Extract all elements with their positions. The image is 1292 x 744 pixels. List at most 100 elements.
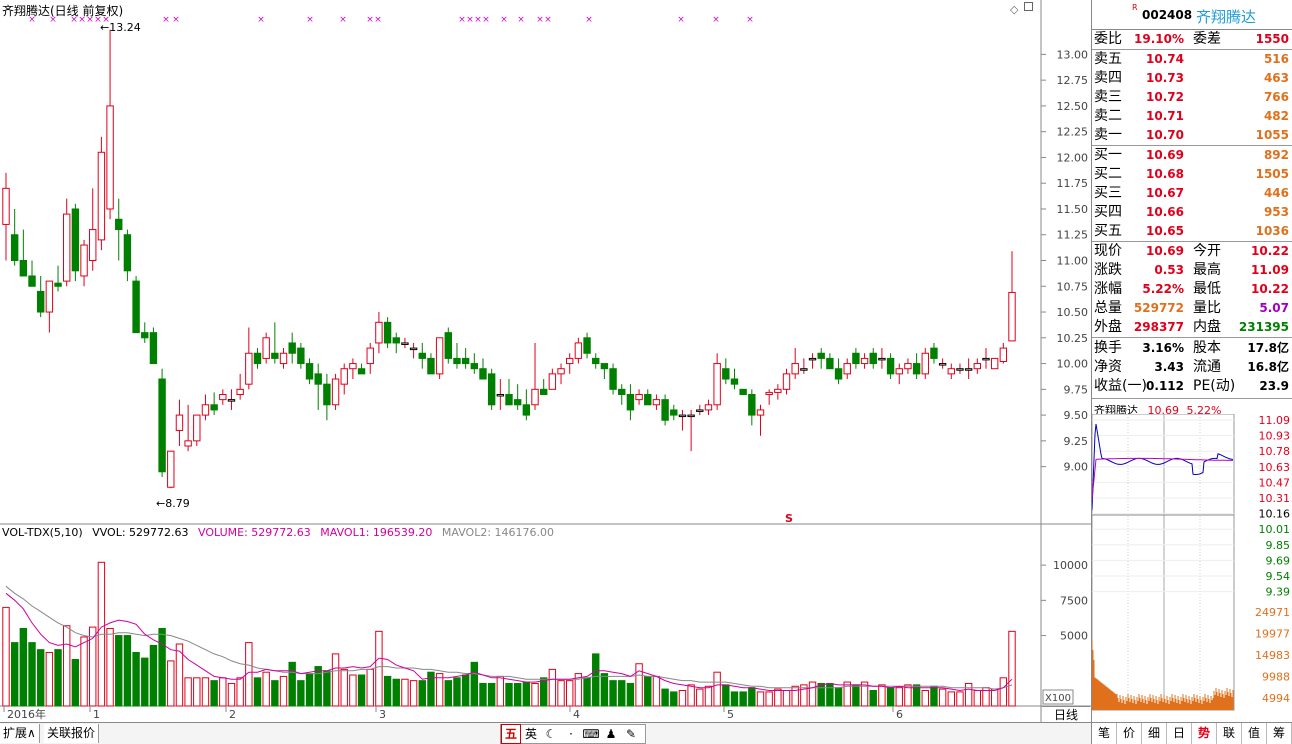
candle-body[interactable] [583, 337, 591, 354]
candle-body[interactable] [566, 357, 574, 365]
keyboard-icon[interactable]: ⌨ [581, 725, 601, 743]
candle-body[interactable] [791, 363, 799, 375]
candle-body[interactable] [444, 332, 452, 359]
candle-body[interactable] [999, 347, 1008, 363]
ask-row[interactable]: 卖五 10.74 516 [1092, 50, 1292, 69]
candle-body[interactable] [210, 404, 218, 411]
maximize-icon[interactable] [1024, 2, 1033, 11]
english-icon[interactable]: 英 [521, 725, 541, 743]
candle-body[interactable] [63, 213, 71, 282]
wubi-icon[interactable]: 五 [501, 724, 521, 744]
candle-body[interactable] [618, 388, 626, 395]
kline-chart-area[interactable]: 13.00 12.75 12.50 12.25 12.00 11.75 11.50 11.25… [0, 0, 1091, 722]
candle-body[interactable] [236, 388, 244, 395]
candle-body[interactable] [947, 368, 955, 375]
candle-body[interactable] [54, 282, 62, 287]
bid-row[interactable]: 买五 10.65 1036 [1092, 222, 1292, 241]
candle-body[interactable] [609, 368, 617, 390]
candle-body[interactable] [557, 368, 565, 375]
candle-body[interactable] [713, 363, 721, 406]
right-tab[interactable]: 筹 [1267, 723, 1292, 744]
candle-body[interactable] [19, 260, 28, 277]
candle-body[interactable] [704, 404, 713, 411]
candle-body[interactable] [271, 352, 279, 359]
right-tab[interactable]: 价 [1117, 723, 1142, 744]
candle-body[interactable] [765, 391, 773, 395]
fund-row[interactable]: 净资 3.43 流通 16.8亿 [1092, 358, 1292, 377]
candle-body[interactable] [487, 373, 496, 406]
candle-body[interactable] [453, 357, 461, 365]
candle-body[interactable] [227, 399, 236, 402]
candle-body[interactable] [123, 234, 132, 272]
bid-row[interactable]: 买二 10.68 1505 [1092, 165, 1292, 184]
fund-row[interactable]: 收益(一) 0.112 PE(动) 23.9 [1092, 377, 1292, 396]
candle-body[interactable] [435, 337, 444, 375]
candle-body[interactable] [826, 357, 834, 370]
candle-body[interactable] [10, 234, 19, 262]
candle-body[interactable] [982, 357, 990, 361]
candle-body[interactable] [800, 368, 808, 371]
candle-body[interactable] [71, 208, 80, 272]
candle-body[interactable] [895, 368, 903, 375]
candle-body[interactable] [201, 404, 210, 416]
candle-body[interactable] [470, 363, 479, 370]
candle-body[interactable] [219, 393, 227, 401]
candle-body[interactable] [132, 280, 140, 334]
right-tab[interactable]: 值 [1242, 723, 1267, 744]
candle-body[interactable] [357, 368, 366, 375]
candle-body[interactable] [392, 337, 400, 344]
candle-body[interactable] [36, 290, 45, 313]
weibi-row[interactable]: 委比 19.10% 委差 1550 [1092, 30, 1292, 49]
intraday-mini-chart[interactable]: 11.09 10.93 10.78 10.63 10.47 10.31 10.16 10.01… [1092, 414, 1292, 722]
candle-body[interactable] [756, 409, 765, 416]
candle-body[interactable] [539, 388, 548, 395]
stat-row[interactable]: 外盘 298377 内盘 231395 [1092, 318, 1292, 337]
candle-body[interactable] [904, 363, 912, 370]
candle-body[interactable] [531, 388, 539, 406]
candle-body[interactable] [106, 105, 114, 210]
candle-body[interactable] [45, 280, 54, 313]
candle-body[interactable] [331, 378, 340, 406]
candle-body[interactable] [496, 393, 505, 397]
candle-body[interactable] [149, 332, 158, 365]
stat-row[interactable]: 现价 10.69 今开 10.22 [1092, 242, 1292, 261]
candle-body[interactable] [635, 393, 643, 401]
candle-body[interactable] [97, 151, 106, 241]
period-label[interactable]: 日线 [1042, 706, 1090, 723]
candle-body[interactable] [89, 229, 97, 262]
candle-body[interactable] [592, 357, 600, 365]
candle-body[interactable] [375, 321, 383, 344]
diamond-icon[interactable]: ◇ [1010, 3, 1018, 16]
candle-body[interactable] [574, 342, 583, 359]
candle-body[interactable] [305, 363, 314, 380]
candle-body[interactable] [600, 363, 609, 370]
candle-body[interactable] [1008, 291, 1016, 342]
candle-body[interactable] [912, 363, 921, 375]
candle-body[interactable] [687, 414, 695, 418]
candle-body[interactable] [973, 363, 982, 370]
candle-body[interactable] [461, 357, 470, 365]
candle-body[interactable] [843, 363, 851, 375]
candle-body[interactable] [141, 332, 149, 339]
bid-row[interactable]: 买一 10.69 892 [1092, 146, 1292, 165]
candle-body[interactable] [748, 393, 756, 416]
tab-expand[interactable]: 扩展∧ [0, 724, 40, 743]
candle-body[interactable] [279, 352, 288, 365]
stat-row[interactable]: 涨跌 0.53 最高 11.09 [1092, 261, 1292, 280]
candle-body[interactable] [2, 187, 10, 225]
candle-body[interactable] [28, 275, 36, 287]
candle-body[interactable] [860, 357, 869, 365]
candle-body[interactable] [383, 321, 392, 344]
right-tab[interactable]: 笔 [1092, 723, 1117, 744]
candle-body[interactable] [115, 218, 123, 231]
candle-body[interactable] [184, 440, 192, 447]
candle-body[interactable] [80, 244, 88, 277]
candle-body[interactable] [418, 352, 426, 359]
punct-icon[interactable]: · [561, 725, 581, 743]
stat-row[interactable]: 总量 529772 量比 5.07 [1092, 299, 1292, 318]
bid-row[interactable]: 买四 10.66 953 [1092, 203, 1292, 222]
ask-row[interactable]: 卖三 10.72 766 [1092, 88, 1292, 107]
candle-body[interactable] [262, 337, 270, 359]
candle-body[interactable] [696, 409, 704, 412]
candle-body[interactable] [956, 368, 964, 371]
